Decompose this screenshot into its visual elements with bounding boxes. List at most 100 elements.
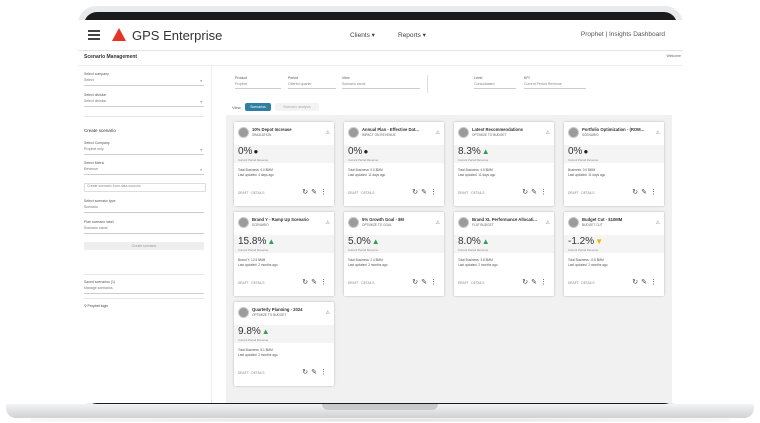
nav-clients[interactable]: Clients ▾ bbox=[350, 31, 375, 39]
create-scenario-button[interactable]: Create scenario bbox=[84, 242, 204, 250]
division-select[interactable]: Select division ▾ bbox=[84, 99, 204, 107]
field-b-select[interactable]: Revenue ▾ bbox=[84, 167, 204, 175]
scenario-card[interactable]: Latest Recommendations OPTIMIZE TO BUDGET… bbox=[454, 122, 554, 206]
refresh-icon[interactable]: ↻ bbox=[302, 279, 311, 286]
card-status[interactable]: DRAFT · DETAILS bbox=[348, 281, 374, 285]
edit-icon[interactable]: ✎ bbox=[421, 189, 430, 196]
card-status[interactable]: DRAFT · DETAILS bbox=[238, 371, 264, 375]
trend-up-icon: ▲ bbox=[481, 147, 490, 156]
more-vert-icon[interactable]: ⋮ bbox=[540, 279, 550, 286]
refresh-icon[interactable]: ↻ bbox=[632, 189, 641, 196]
scenario-card[interactable]: Quarterly Planning - 2024 OPTIMIZE TO BUD… bbox=[234, 302, 334, 386]
refresh-icon[interactable]: ↻ bbox=[412, 189, 421, 196]
brand-name[interactable]: GPS Enterprise bbox=[132, 28, 222, 43]
kpi-value: -1.2% bbox=[568, 236, 595, 247]
refresh-icon[interactable]: ↻ bbox=[302, 369, 311, 376]
share-icon[interactable]: ⚠ bbox=[546, 130, 550, 136]
scenario-avatar-icon bbox=[568, 127, 579, 138]
scenario-card[interactable]: Brand XL Performance Allocati... FLAT BUD… bbox=[454, 212, 554, 296]
card-subtitle: IMPACT ON REVENUE bbox=[362, 133, 396, 137]
refresh-icon[interactable]: ↻ bbox=[632, 279, 641, 286]
scenario-avatar-icon bbox=[458, 127, 469, 138]
divider bbox=[84, 116, 204, 117]
edit-icon[interactable]: ✎ bbox=[421, 279, 430, 286]
data-source-input[interactable]: Create scenario from data sources bbox=[84, 183, 206, 192]
scenario-card[interactable]: 10% Depot Increase SIMULATION ⚠ 0%● Current … bbox=[234, 122, 334, 206]
edit-icon[interactable]: ✎ bbox=[311, 279, 320, 286]
card-meta-total: Total Business: 0.0 $MM bbox=[348, 168, 383, 172]
card-subtitle: SIMULATION bbox=[252, 133, 272, 137]
card-status[interactable]: DRAFT · DETAILS bbox=[458, 191, 484, 195]
more-vert-icon[interactable]: ⋮ bbox=[430, 279, 440, 286]
card-title[interactable]: Brand XL Performance Allocati... bbox=[472, 217, 537, 222]
card-status[interactable]: DRAFT · DETAILS bbox=[458, 281, 484, 285]
scenario-card[interactable]: Budget Cut - $10MM BUDGET CUT ⚠ -1.2%▼ Curre… bbox=[564, 212, 664, 296]
product-select[interactable]: Prophet bbox=[235, 82, 281, 89]
user-label[interactable]: Welcome bbox=[666, 54, 681, 58]
card-status[interactable]: DRAFT · DETAILS bbox=[238, 191, 264, 195]
dashboard-title[interactable]: Prophet | Insights Dashboard bbox=[581, 31, 665, 38]
saved-scenarios-select[interactable]: Manage scenarios bbox=[84, 286, 204, 294]
card-title[interactable]: Portfolio Optimization - (ROM... bbox=[582, 127, 644, 132]
share-icon[interactable]: ⚠ bbox=[656, 130, 660, 136]
card-status[interactable]: DRAFT · DETAILS bbox=[568, 281, 594, 285]
card-title[interactable]: 5% Growth Goal - $M bbox=[362, 217, 404, 222]
share-icon[interactable]: ⚠ bbox=[326, 220, 330, 226]
more-vert-icon[interactable]: ⋮ bbox=[320, 369, 330, 376]
refresh-icon[interactable]: ↻ bbox=[302, 189, 311, 196]
scenario-avatar-icon bbox=[348, 217, 359, 228]
footer-link[interactable]: ⚲ Prophet login bbox=[84, 304, 108, 308]
more-vert-icon[interactable]: ⋮ bbox=[650, 279, 660, 286]
scenario-card[interactable]: Annual Plan - Effective Dat... IMPACT ON … bbox=[344, 122, 444, 206]
edit-icon[interactable]: ✎ bbox=[531, 189, 540, 196]
more-vert-icon[interactable]: ⋮ bbox=[320, 189, 330, 196]
more-vert-icon[interactable]: ⋮ bbox=[320, 279, 330, 286]
field-a-select[interactable]: Prophet only ▾ bbox=[84, 147, 204, 155]
more-vert-icon[interactable]: ⋮ bbox=[540, 189, 550, 196]
scenario-card[interactable]: Portfolio Optimization - (ROM... SCENARIO… bbox=[564, 122, 664, 206]
card-title[interactable]: Latest Recommendations bbox=[472, 127, 523, 132]
card-meta-total: Total Business: 2.4 $MM bbox=[348, 258, 383, 262]
share-icon[interactable]: ⚠ bbox=[656, 220, 660, 226]
chip-scenario-analysis[interactable]: Scenario analysis bbox=[275, 103, 319, 111]
card-status[interactable]: DRAFT · DETAILS bbox=[348, 191, 374, 195]
kpi-block: -1.2%▼ Current Period Revenue bbox=[564, 235, 664, 253]
company-select[interactable]: Select ▾ bbox=[84, 78, 204, 86]
card-subtitle: SCENARIO bbox=[252, 223, 269, 227]
edit-icon[interactable]: ✎ bbox=[311, 189, 320, 196]
more-vert-icon[interactable]: ⋮ bbox=[650, 189, 660, 196]
footer-link-label: Prophet login bbox=[87, 304, 109, 308]
card-title[interactable]: Quarterly Planning - 2024 bbox=[252, 307, 303, 312]
refresh-icon[interactable]: ↻ bbox=[522, 279, 531, 286]
share-icon[interactable]: ⚠ bbox=[326, 310, 330, 316]
share-icon[interactable]: ⚠ bbox=[546, 220, 550, 226]
view-select[interactable]: Scenario cards bbox=[342, 82, 420, 89]
field-d-select[interactable]: Scenario bbox=[84, 205, 204, 213]
card-status[interactable]: DRAFT · DETAILS bbox=[238, 281, 264, 285]
share-icon[interactable]: ⚠ bbox=[436, 220, 440, 226]
share-icon[interactable]: ⚠ bbox=[436, 130, 440, 136]
menu-icon[interactable] bbox=[88, 30, 100, 40]
kpi-select[interactable]: Current Period Revenue bbox=[524, 82, 586, 89]
more-vert-icon[interactable]: ⋮ bbox=[430, 189, 440, 196]
refresh-icon[interactable]: ↻ bbox=[522, 189, 531, 196]
edit-icon[interactable]: ✎ bbox=[641, 189, 650, 196]
period-select[interactable]: Offered quarter bbox=[288, 82, 336, 89]
field-a-label: Select Company bbox=[84, 141, 110, 145]
card-title[interactable]: Brand Y - Ramp Up Scenario bbox=[252, 217, 309, 222]
edit-icon[interactable]: ✎ bbox=[531, 279, 540, 286]
card-title[interactable]: 10% Depot Increase bbox=[252, 127, 292, 132]
nav-reports[interactable]: Reports ▾ bbox=[398, 31, 426, 39]
edit-icon[interactable]: ✎ bbox=[641, 279, 650, 286]
edit-icon[interactable]: ✎ bbox=[311, 369, 320, 376]
card-status[interactable]: DRAFT · DETAILS bbox=[568, 191, 594, 195]
chip-scenarios[interactable]: Scenarios bbox=[245, 103, 271, 111]
share-icon[interactable]: ⚠ bbox=[326, 130, 330, 136]
card-title[interactable]: Annual Plan - Effective Dat... bbox=[362, 127, 419, 132]
level-select[interactable]: Consolidated bbox=[474, 82, 516, 89]
refresh-icon[interactable]: ↻ bbox=[412, 279, 421, 286]
card-title[interactable]: Budget Cut - $10MM bbox=[582, 217, 622, 222]
scenario-card[interactable]: 5% Growth Goal - $M OPTIMIZE TO GOAL ⚠ 5.0%… bbox=[344, 212, 444, 296]
field-e-input[interactable]: Scenario name bbox=[84, 226, 204, 234]
scenario-card[interactable]: Brand Y - Ramp Up Scenario SCENARIO ⚠ 15.8%… bbox=[234, 212, 334, 296]
